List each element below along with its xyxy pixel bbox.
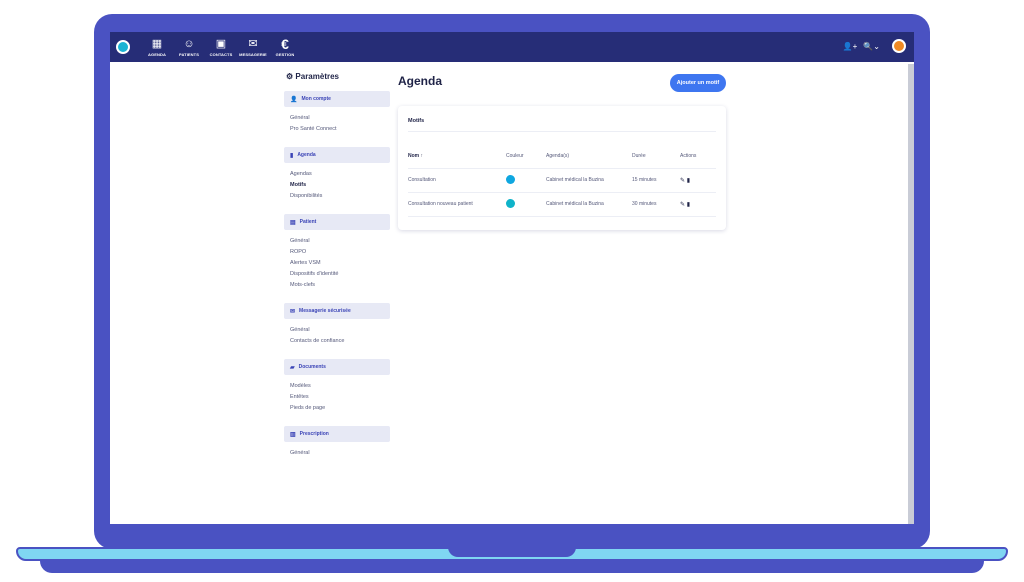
app-topbar: ▦ AGENDA ☺ PATIENTS ▣ CONTACTS ✉ MESSAGE… bbox=[110, 32, 914, 62]
color-dot bbox=[506, 174, 515, 184]
group-header[interactable]: 👤 Mon compte bbox=[284, 91, 390, 107]
edit-delete-icons[interactable]: ✎ ▮ bbox=[680, 178, 690, 184]
scrollbar[interactable] bbox=[908, 64, 914, 524]
search-icon[interactable]: 🔍⌄ bbox=[863, 42, 880, 51]
motif-actions: ✎ ▮ bbox=[680, 168, 716, 193]
col-header-agenda: Agenda(s) bbox=[546, 144, 632, 169]
col-header-duree: Durée bbox=[632, 144, 680, 169]
laptop-notch bbox=[448, 547, 576, 557]
motif-color-cell bbox=[506, 192, 546, 217]
motif-name: Consultation nouveau patient bbox=[408, 192, 506, 217]
settings-item[interactable]: Disponibilités bbox=[290, 191, 390, 202]
settings-item-active[interactable]: Motifs bbox=[290, 180, 390, 191]
settings-group-account: 👤 Mon compte Général Pro Santé Connect bbox=[284, 91, 390, 139]
group-label: Agenda bbox=[297, 152, 316, 158]
nav-item-messagerie[interactable]: ✉ MESSAGERIE bbox=[238, 38, 268, 57]
contacts-icon: ▣ bbox=[215, 37, 227, 50]
laptop-base-bottom bbox=[40, 561, 984, 573]
calendar-icon: ▦ bbox=[151, 37, 163, 50]
settings-item[interactable]: Alertes VSM bbox=[290, 258, 390, 269]
settings-group-agenda: ▮ Agenda Agendas Motifs Disponibilités bbox=[284, 147, 390, 206]
user-icon: 👤 bbox=[290, 96, 298, 103]
motif-color-cell bbox=[506, 168, 546, 193]
add-user-icon[interactable]: 👤+ bbox=[843, 42, 858, 51]
add-motif-button[interactable]: Ajouter un motif bbox=[670, 74, 726, 92]
euro-icon: € bbox=[281, 35, 289, 52]
motifs-card: Motifs Nom ↑ Couleur Agenda(s) Durée Act… bbox=[398, 106, 726, 230]
group-label: Patient bbox=[299, 219, 317, 225]
nav-item-agenda[interactable]: ▦ AGENDA bbox=[142, 38, 172, 57]
app-logo[interactable] bbox=[116, 40, 130, 54]
table-row[interactable]: Consultation Cabinet médical la Buzina 1… bbox=[408, 168, 716, 193]
motif-duration: 15 minutes bbox=[632, 168, 680, 193]
settings-group-documents: ▰ Documents Modèles Entêtes Pieds de page bbox=[284, 359, 390, 418]
settings-panel: ⚙ Paramètres 👤 Mon compte Général Pro San… bbox=[284, 72, 390, 532]
motif-name: Consultation bbox=[408, 168, 506, 193]
col-header-nom[interactable]: Nom ↑ bbox=[408, 144, 506, 169]
nav-label: PATIENTS bbox=[179, 51, 199, 57]
card-title: Motifs bbox=[408, 118, 716, 132]
settings-item[interactable]: Mots-clefs bbox=[290, 280, 390, 291]
settings-item[interactable]: Général bbox=[290, 325, 390, 336]
nav-item-gestion[interactable]: € GESTION bbox=[270, 35, 300, 57]
prescription-icon: ▥ bbox=[290, 431, 296, 438]
nav-label: CONTACTS bbox=[209, 51, 233, 57]
nav-item-contacts[interactable]: ▣ CONTACTS bbox=[206, 38, 236, 57]
folder-icon: ▰ bbox=[290, 364, 295, 371]
group-header[interactable]: ✉ Messagerie sécurisée bbox=[284, 303, 390, 319]
color-dot bbox=[506, 198, 515, 208]
settings-item[interactable]: Pieds de page bbox=[290, 403, 390, 414]
avatar[interactable] bbox=[892, 39, 906, 53]
settings-item[interactable]: Agendas bbox=[290, 169, 390, 180]
nav-item-patients[interactable]: ☺ PATIENTS bbox=[174, 38, 204, 57]
group-header[interactable]: ▥ Prescription bbox=[284, 426, 390, 442]
topbar-right: 👤+ 🔍⌄ bbox=[843, 39, 906, 53]
motif-duration: 30 minutes bbox=[632, 192, 680, 217]
table-row[interactable]: Consultation nouveau patient Cabinet méd… bbox=[408, 192, 716, 217]
group-header[interactable]: ▤ Patient bbox=[284, 214, 390, 230]
settings-item[interactable]: Général bbox=[290, 236, 390, 247]
group-header[interactable]: ▮ Agenda bbox=[284, 147, 390, 163]
users-icon: ☺ bbox=[183, 37, 195, 50]
col-header-actions: Actions bbox=[680, 144, 716, 169]
settings-title: ⚙ Paramètres bbox=[286, 72, 339, 81]
settings-group-patient: ▤ Patient Général ROPO Alertes VSM Dispos… bbox=[284, 214, 390, 295]
main-content: Agenda Ajouter un motif Motifs Nom ↑ Cou… bbox=[398, 74, 728, 230]
group-label: Messagerie sécurisée bbox=[299, 308, 351, 314]
settings-item[interactable]: Pro Santé Connect bbox=[290, 124, 390, 135]
motif-agenda: Cabinet médical la Buzina bbox=[546, 168, 632, 193]
motif-actions: ✎ ▮ bbox=[680, 192, 716, 217]
group-header[interactable]: ▰ Documents bbox=[284, 359, 390, 375]
motif-agenda: Cabinet médical la Buzina bbox=[546, 192, 632, 217]
settings-item[interactable]: Modèles bbox=[290, 381, 390, 392]
settings-item[interactable]: Contacts de confiance bbox=[290, 336, 390, 347]
group-label: Mon compte bbox=[301, 96, 331, 102]
settings-item[interactable]: Entêtes bbox=[290, 392, 390, 403]
patient-icon: ▤ bbox=[290, 219, 296, 226]
settings-item[interactable]: ROPO bbox=[290, 247, 390, 258]
mail-icon: ✉ bbox=[248, 37, 258, 50]
settings-group-messagerie: ✉ Messagerie sécurisée Général Contacts d… bbox=[284, 303, 390, 351]
nav-label: AGENDA bbox=[148, 51, 166, 57]
main-nav: ▦ AGENDA ☺ PATIENTS ▣ CONTACTS ✉ MESSAGE… bbox=[142, 32, 302, 62]
settings-title-text: Paramètres bbox=[295, 72, 339, 81]
edit-delete-icons[interactable]: ✎ ▮ bbox=[680, 202, 690, 208]
agenda-icon: ▮ bbox=[290, 152, 294, 159]
group-label: Prescription bbox=[299, 431, 329, 437]
laptop-stage: ▦ AGENDA ☺ PATIENTS ▣ CONTACTS ✉ MESSAGE… bbox=[0, 0, 1024, 582]
nav-label: GESTION bbox=[275, 51, 295, 57]
group-label: Documents bbox=[298, 364, 326, 370]
mail-icon: ✉ bbox=[290, 308, 296, 315]
col-header-couleur: Couleur bbox=[506, 144, 546, 169]
motifs-table: Nom ↑ Couleur Agenda(s) Durée Actions Co… bbox=[408, 144, 716, 217]
settings-item[interactable]: Dispositifs d'identité bbox=[290, 269, 390, 280]
nav-label: MESSAGERIE bbox=[239, 51, 267, 57]
settings-item[interactable]: Général bbox=[290, 448, 390, 459]
settings-item[interactable]: Général bbox=[290, 113, 390, 124]
table-header-row: Nom ↑ Couleur Agenda(s) Durée Actions bbox=[408, 144, 716, 169]
settings-group-prescription: ▥ Prescription Général bbox=[284, 426, 390, 463]
